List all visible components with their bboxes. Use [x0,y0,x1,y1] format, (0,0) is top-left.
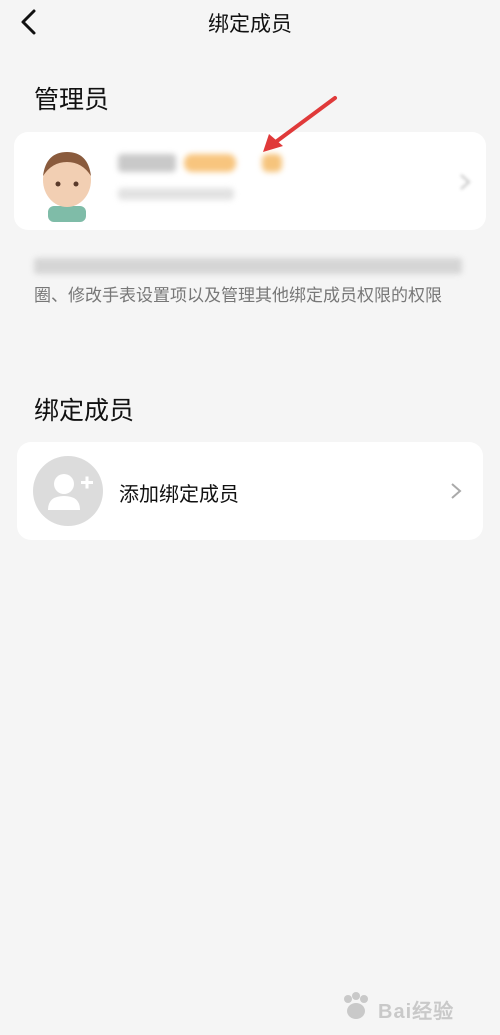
redacted-admin-name [118,154,176,172]
redacted-admin-subtitle [118,188,234,200]
chevron-right-icon [451,483,462,499]
chevron-right-icon [460,174,471,190]
paw-logo-icon [344,992,368,1019]
admin-section-title: 管理员 [34,85,110,114]
add-bound-member-label: 添加绑定成员 [119,482,239,506]
admin-avatar [43,152,91,222]
admin-member-card[interactable] [14,132,486,230]
red-arrow-icon [263,96,337,152]
watermark: Bai经验 [338,987,488,1027]
page-title: 绑定成员 [208,12,292,36]
add-user-icon [33,456,103,526]
add-bound-member-button[interactable]: 添加绑定成员 [17,442,483,540]
redacted-admin-badge [184,154,236,172]
watermark-text: Bai经验 [378,1001,455,1023]
admin-permission-description: 圈、修改手表设置项以及管理其他绑定成员权限的权限 [34,286,442,306]
redacted-description-line [34,258,462,274]
nav-bar: 绑定成员 [0,0,500,44]
bound-members-section-title: 绑定成员 [34,396,135,425]
